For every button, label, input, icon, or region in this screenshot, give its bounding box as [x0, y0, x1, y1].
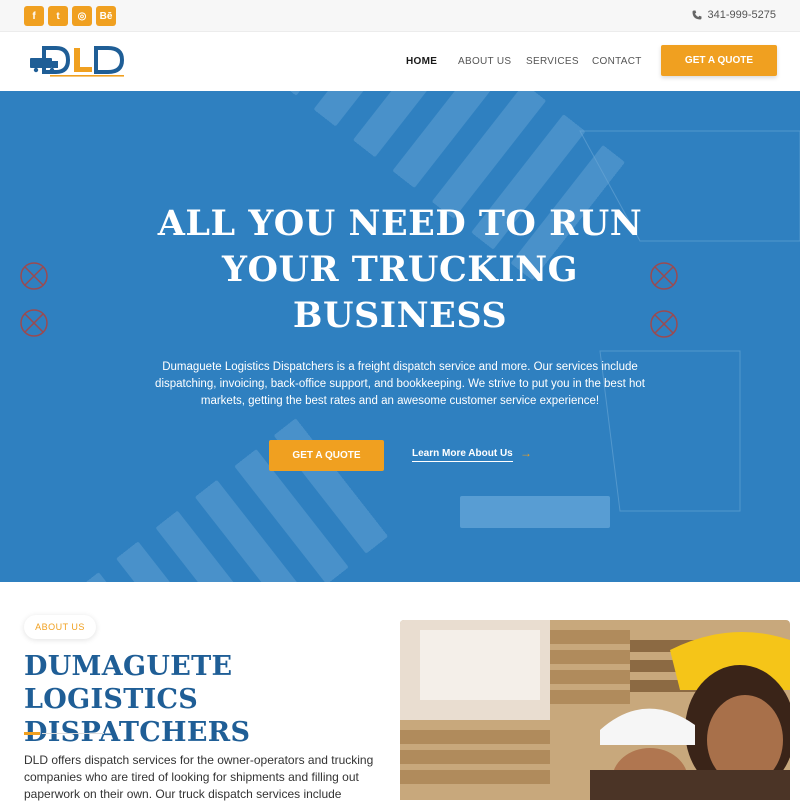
instagram-glyph: ◎ — [77, 10, 87, 22]
hero-heading-line-3: BUSINESS — [292, 295, 508, 336]
get-a-quote-button[interactable]: GET A QUOTE — [661, 45, 777, 76]
phone-link[interactable]: 341-999-5275 — [692, 9, 776, 21]
nav-home[interactable]: HOME — [406, 56, 437, 67]
nav-about-us[interactable]: ABOUT US — [458, 56, 511, 67]
dld-logo[interactable] — [30, 44, 132, 80]
twitter-glyph: t — [56, 10, 60, 22]
nav-services[interactable]: SERVICES — [526, 56, 579, 67]
learn-more-link[interactable]: Learn More About Us — [412, 448, 513, 462]
facebook-glyph: f — [32, 10, 36, 22]
facebook-icon[interactable]: f — [24, 6, 44, 26]
top-bar: f t ◎ Bē 341-999-5275 — [0, 0, 800, 32]
instagram-icon[interactable]: ◎ — [72, 6, 92, 26]
hero-get-a-quote-button[interactable]: GET A QUOTE — [269, 440, 384, 471]
hero-section: ALL YOU NEED TO RUN YOUR TRUCKING BUSINE… — [0, 91, 800, 582]
heading-divider — [42, 733, 104, 734]
hero-description: Dumaguete Logistics Dispatchers is a fre… — [155, 361, 645, 407]
hero-heading: ALL YOU NEED TO RUN YOUR TRUCKING BUSINE… — [100, 201, 700, 339]
phone-icon — [692, 10, 702, 20]
about-heading: DUMAGUETE LOGISTICS DISPATCHERS — [24, 650, 394, 749]
about-us-badge: ABOUT US — [24, 615, 96, 639]
twitter-icon[interactable]: t — [48, 6, 68, 26]
arrow-right-icon[interactable]: → — [520, 446, 532, 460]
about-description: DLD offers dispatch services for the own… — [24, 753, 374, 801]
phone-number: 341-999-5275 — [707, 9, 776, 21]
behance-glyph: Bē — [99, 10, 113, 22]
behance-icon[interactable]: Bē — [96, 6, 116, 26]
heading-accent-divider — [24, 732, 40, 735]
hero-heading-line-1: ALL YOU NEED TO RUN — [157, 203, 643, 244]
about-heading-line-1: DUMAGUETE LOGISTICS — [24, 651, 233, 715]
warehouse-workers-photo — [400, 620, 790, 800]
nav-contact[interactable]: CONTACT — [592, 56, 642, 67]
hero-heading-line-2: YOUR TRUCKING — [222, 249, 578, 290]
main-navigation: HOME ABOUT US SERVICES CONTACT GET A QUO… — [0, 32, 800, 91]
